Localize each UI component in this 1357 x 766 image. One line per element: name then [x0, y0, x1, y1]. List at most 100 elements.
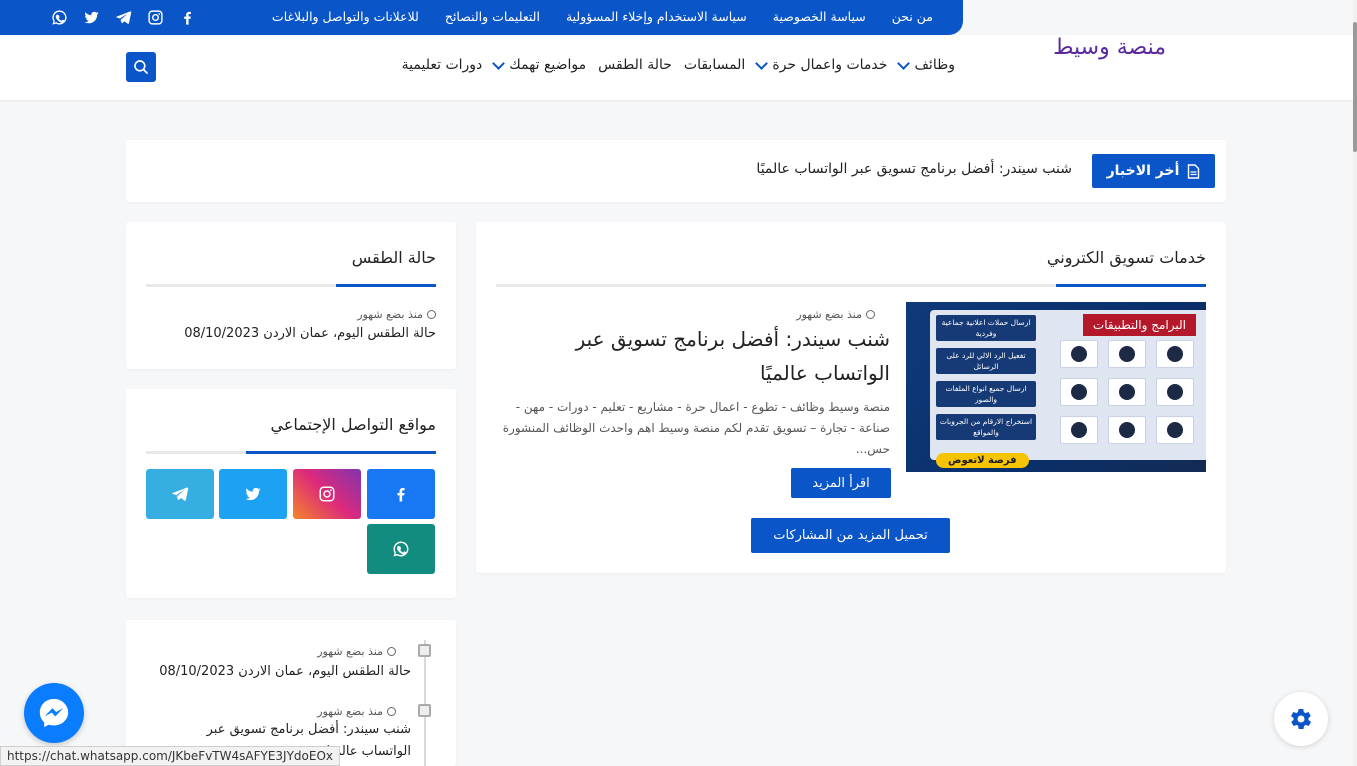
messenger-chat-button[interactable] — [24, 683, 84, 743]
telegram-icon[interactable] — [114, 8, 132, 26]
timeline-post-title[interactable]: شنب سيندر: أفضل برنامج تسويق عبر — [207, 722, 411, 737]
post-date: منذ بضع شهور — [317, 645, 383, 658]
app-tile — [1108, 378, 1146, 406]
chevron-down-icon — [755, 56, 769, 70]
clock-icon — [387, 707, 396, 716]
nav-item-courses[interactable]: دورات تعليمية — [402, 57, 483, 73]
twitter-icon[interactable] — [82, 8, 100, 26]
thumbnail-panel: ارسال جميع انواع الملفات والصور — [936, 381, 1036, 407]
messenger-icon — [39, 698, 69, 728]
top-link-privacy[interactable]: سياسة الخصوصية — [773, 9, 866, 24]
browser-status-url: https://chat.whatsapp.com/JKbeFvTW4sAFYE… — [0, 746, 341, 766]
gear-icon — [1291, 709, 1311, 729]
social-widget: مواقع التواصل الإجتماعي — [126, 389, 456, 598]
nav-label: المسابقات — [683, 57, 746, 73]
chevron-down-icon — [897, 56, 911, 70]
top-social-links — [50, 8, 196, 26]
nav-item-jobs[interactable]: وظائف — [897, 56, 955, 73]
nav-label: خدمات واعمال حرة — [772, 57, 888, 73]
instagram-icon[interactable] — [146, 8, 164, 26]
nav-label: مواضيع تهمك — [509, 57, 587, 73]
site-logo[interactable]: منصة وسيط — [1053, 35, 1166, 60]
nav-item-topics[interactable]: مواضيع تهمك — [492, 56, 587, 73]
app-tile — [1108, 416, 1146, 444]
nav-item-weather[interactable]: حالة الطقس — [598, 57, 672, 73]
nav-item-freelance[interactable]: خدمات واعمال حرة — [755, 56, 888, 73]
timeline-marker — [418, 704, 431, 717]
timeline-marker — [418, 644, 431, 657]
facebook-link[interactable] — [367, 469, 435, 519]
promo-badge: فرصة لاتعوض — [936, 453, 1029, 468]
app-tile — [1060, 416, 1098, 444]
instagram-link[interactable] — [293, 469, 361, 519]
clock-icon — [866, 310, 875, 319]
top-link-contact[interactable]: للاعلانات والتواصل والبلاغات — [272, 9, 419, 24]
load-more-button[interactable]: تحميل المزيد من المشاركات — [751, 518, 950, 553]
post-excerpt: منصة وسيط وظائف - تطوع - اعمال حرة - مشا… — [502, 400, 890, 456]
clock-icon — [387, 647, 396, 656]
latest-news-label: أخر الاخبار — [1106, 163, 1180, 179]
page-scrollbar[interactable] — [1353, 0, 1357, 766]
twitter-icon — [245, 487, 261, 501]
post-meta: منذ بضع شهور — [796, 308, 875, 321]
category-badge[interactable]: البرامج والتطبيقات — [1082, 314, 1196, 336]
weather-post-title[interactable]: حالة الطقس اليوم، عمان الاردن 08/10/2023 — [184, 326, 436, 341]
widget-divider — [146, 451, 436, 454]
top-link-terms[interactable]: سياسة الاستخدام وإخلاء المسؤولية — [566, 9, 747, 24]
instagram-icon — [319, 486, 335, 502]
thumbnail-panel: تفعيل الرد الالي للرد على الرسائل — [936, 348, 1036, 374]
top-link-about[interactable]: من نحن — [892, 9, 933, 24]
post-date: منذ بضع شهور — [796, 308, 862, 321]
timeline-post-title[interactable]: حالة الطقس اليوم، عمان الاردن 08/10/2023 — [159, 664, 411, 679]
whatsapp-icon[interactable] — [50, 8, 68, 26]
scrollbar-thumb[interactable] — [1353, 22, 1357, 152]
post-date: منذ بضع شهور — [317, 705, 383, 718]
app-tile — [1108, 340, 1146, 368]
twitter-link[interactable] — [219, 469, 287, 519]
app-tile — [1060, 340, 1098, 368]
post-meta: منذ بضع شهور — [317, 705, 396, 718]
thumbnail-panel: استخراج الارقام من الجروبات والمواقع — [936, 414, 1036, 440]
widget-title: حالة الطقس — [351, 248, 436, 267]
nav-label: حالة الطقس — [598, 57, 672, 73]
whatsapp-link[interactable] — [367, 524, 435, 574]
settings-button[interactable] — [1274, 692, 1328, 746]
post-meta: منذ بضع شهور — [317, 645, 396, 658]
search-button[interactable] — [126, 52, 156, 82]
widget-title: مواقع التواصل الإجتماعي — [270, 415, 436, 434]
latest-news-button[interactable]: أخر الاخبار — [1092, 154, 1215, 188]
app-tile — [1060, 378, 1098, 406]
post-title[interactable]: شنب سيندر: أفضل برنامج تسويق عبر الواتسا… — [495, 322, 890, 390]
post-thumbnail[interactable]: ارسال حملات اعلانية جماعية وفردية تفعيل … — [906, 302, 1206, 472]
app-tile — [1156, 378, 1194, 406]
news-ticker: أخر الاخبار شنب سيندر: أفضل برنامج تسويق… — [126, 140, 1226, 202]
ticker-headline[interactable]: شنب سيندر: أفضل برنامج تسويق عبر الواتسا… — [756, 161, 1072, 177]
post-meta: منذ بضع شهور — [357, 308, 436, 321]
widget-divider — [146, 284, 436, 287]
nav-label: دورات تعليمية — [401, 57, 483, 73]
app-tile — [1156, 340, 1194, 368]
facebook-icon[interactable] — [178, 8, 196, 26]
top-bar: من نحن سياسة الخصوصية سياسة الاستخدام وإ… — [0, 0, 963, 35]
timeline-line — [424, 640, 426, 766]
facebook-icon — [397, 488, 405, 502]
read-more-button[interactable]: اقرأ المزيد — [791, 468, 891, 498]
nav-label: وظائف — [914, 57, 955, 73]
section-title: خدمات تسويق الكتروني — [1046, 248, 1206, 267]
clock-icon — [427, 310, 436, 319]
site-header: منصة وسيط وظائف خدمات واعمال حرة المسابق… — [0, 35, 1357, 100]
weather-widget: حالة الطقس منذ بضع شهور حالة الطقس اليوم… — [126, 222, 456, 369]
nav-item-contests[interactable]: المسابقات — [684, 57, 745, 73]
top-links: من نحن سياسة الخصوصية سياسة الاستخدام وإ… — [272, 9, 933, 24]
chevron-down-icon — [492, 56, 506, 70]
section-divider — [496, 284, 1206, 287]
thumbnail-panel: ارسال حملات اعلانية جماعية وفردية — [936, 315, 1036, 341]
whatsapp-icon — [393, 541, 409, 557]
main-content-card: خدمات تسويق الكتروني ارسال حملات اعلانية… — [476, 222, 1226, 573]
telegram-link[interactable] — [146, 469, 214, 519]
app-tile — [1156, 416, 1194, 444]
search-icon — [134, 60, 148, 74]
timeline-widget: منذ بضع شهور حالة الطقس اليوم، عمان الار… — [126, 620, 456, 766]
top-link-tips[interactable]: التعليمات والنصائح — [445, 9, 540, 24]
main-nav: وظائف خدمات واعمال حرة المسابقات حالة ال… — [402, 56, 955, 73]
